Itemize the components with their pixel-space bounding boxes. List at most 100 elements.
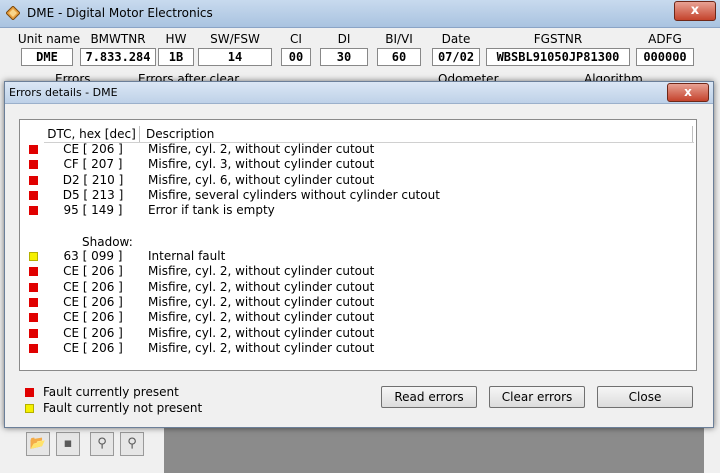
error-rows: CE [ 206 ] Misfire, cyl. 2, without cyli… (20, 142, 696, 356)
dtc-description: Misfire, cyl. 2, without cylinder cutout (148, 310, 375, 325)
fault-present-icon (25, 388, 34, 397)
bi-vi-value: 60 (377, 48, 421, 66)
shadow-label: Shadow: (82, 234, 133, 249)
fault-not-present-icon (25, 404, 34, 413)
list-item[interactable]: CE [ 206 ] Misfire, cyl. 2, without cyli… (20, 280, 696, 295)
list-item[interactable]: CE [ 206 ] Misfire, cyl. 2, without cyli… (20, 326, 696, 341)
hw-label: HW (165, 32, 187, 46)
dtc-code: CE [ 206 ] (63, 279, 123, 294)
fault-present-icon (29, 313, 38, 323)
open-button[interactable]: 📂 (26, 432, 50, 456)
field-hw: HW 1B (158, 32, 194, 72)
error-list[interactable]: DTC, hex [dec] Description CE [ 206 ] Mi… (19, 119, 697, 371)
find-next-button[interactable]: ⚲ (120, 432, 144, 456)
field-bi-vi: BI/VI 60 (377, 32, 421, 72)
dialog-close-x-button[interactable]: x (667, 83, 709, 102)
errors-details-dialog: Errors details - DME x DTC, hex [dec] De… (4, 81, 714, 428)
dtc-description: Misfire, cyl. 2, without cylinder cutout (148, 294, 375, 309)
dtc-code: 95 [ 149 ] (63, 203, 123, 218)
dtc-description: Misfire, cyl. 6, without cylinder cutout (148, 172, 375, 187)
dtc-code: CE [ 206 ] (63, 325, 123, 340)
column-header-dtc[interactable]: DTC, hex [dec] (44, 126, 140, 142)
blank-row (20, 218, 696, 233)
find-button[interactable]: ⚲ (90, 432, 114, 456)
list-item[interactable]: 63 [ 099 ] Internal fault (20, 249, 696, 264)
fault-present-icon (29, 175, 38, 185)
list-item[interactable]: CE [ 206 ] Misfire, cyl. 2, without cyli… (20, 310, 696, 325)
list-item[interactable]: CE [ 206 ] Misfire, cyl. 2, without cyli… (20, 295, 696, 310)
field-di: DI 30 (320, 32, 368, 72)
fault-present-icon (29, 267, 38, 277)
list-item[interactable]: CE [ 206 ] Misfire, cyl. 2, without cyli… (20, 142, 696, 157)
dtc-description: Misfire, cyl. 2, without cylinder cutout (148, 279, 375, 294)
dtc-description: Misfire, cyl. 2, without cylinder cutout (148, 142, 375, 156)
dtc-code: CE [ 206 ] (63, 310, 123, 325)
find-icon: ⚲ (97, 436, 107, 451)
dtc-code: CF [ 207 ] (63, 157, 123, 172)
legend-not-present-text: Fault currently not present (43, 401, 203, 415)
ci-value: 00 (281, 48, 311, 66)
dtc-description: Internal fault (148, 249, 226, 264)
dtc-code: D2 [ 210 ] (62, 172, 124, 187)
field-ci: CI 00 (281, 32, 311, 72)
field-fgstnr: FGSTNR WBSBL91050JP81300 (486, 32, 630, 72)
window-close-button[interactable]: x (674, 1, 716, 21)
save-button[interactable]: ▪ (56, 432, 80, 456)
dtc-description: Misfire, cyl. 2, without cylinder cutout (148, 264, 375, 279)
fgstnr-label: FGSTNR (533, 32, 583, 46)
sw-fsw-value: 14 (198, 48, 272, 66)
bi-vi-label: BI/VI (385, 32, 413, 46)
list-item[interactable]: D2 [ 210 ] Misfire, cyl. 6, without cyli… (20, 173, 696, 188)
list-item[interactable]: D5 [ 213 ] Misfire, several cylinders wi… (20, 188, 696, 203)
dtc-code: CE [ 206 ] (63, 340, 123, 355)
field-sw-fsw: SW/FSW 14 (198, 32, 272, 72)
find-next-icon: ⚲ (127, 436, 137, 451)
list-item[interactable]: CE [ 206 ] Misfire, cyl. 2, without cyli… (20, 264, 696, 279)
shadow-header-row: Shadow: (20, 234, 696, 249)
fault-present-icon (29, 160, 38, 170)
fault-present-icon (29, 282, 38, 292)
dtc-description: Misfire, cyl. 2, without cylinder cutout (148, 340, 375, 355)
dtc-description: Misfire, cyl. 2, without cylinder cutout (148, 325, 375, 340)
ci-label: CI (290, 32, 302, 46)
clear-errors-button[interactable]: Clear errors (489, 386, 585, 408)
fault-present-icon (29, 190, 38, 200)
dtc-description: Error if tank is empty (148, 203, 275, 218)
fgstnr-value: WBSBL91050JP81300 (486, 48, 630, 66)
list-item[interactable]: 95 [ 149 ] Error if tank is empty (20, 203, 696, 218)
main-title-bar[interactable]: DME - Digital Motor Electronics x (0, 0, 720, 28)
dtc-description: Misfire, cyl. 3, without cylinder cutout (148, 157, 375, 172)
fault-present-icon (29, 297, 38, 307)
dtc-description: Misfire, several cylinders without cylin… (148, 187, 440, 202)
fault-present-icon (29, 206, 38, 216)
unit-name-value: DME (21, 48, 73, 66)
dtc-code: CE [ 206 ] (63, 142, 123, 156)
unit-name-label: Unit name (17, 32, 81, 46)
ecu-info-row: Unit name DME BMWTNR 7.833.284 HW 1B SW/… (0, 32, 720, 72)
dtc-code: CE [ 206 ] (63, 294, 123, 309)
date-value: 07/02 (432, 48, 480, 66)
legend-present-text: Fault currently present (43, 385, 179, 399)
hw-value: 1B (158, 48, 194, 66)
date-label: Date (441, 32, 471, 46)
field-date: Date 07/02 (432, 32, 480, 72)
dialog-title-bar[interactable]: Errors details - DME x (5, 82, 713, 104)
column-header-description[interactable]: Description (146, 126, 214, 142)
dtc-code: CE [ 206 ] (63, 264, 123, 279)
close-button[interactable]: Close (597, 386, 693, 408)
window-title: DME - Digital Motor Electronics (27, 6, 213, 20)
sw-fsw-label: SW/FSW (210, 32, 260, 46)
field-adfg: ADFG 000000 (636, 32, 694, 72)
bmwtnr-label: BMWTNR (90, 32, 146, 46)
error-list-header: DTC, hex [dec] Description (44, 126, 694, 143)
dtc-code: D5 [ 213 ] (62, 187, 124, 202)
adfg-value: 000000 (636, 48, 694, 66)
fault-not-present-icon (29, 252, 38, 262)
fault-present-icon (29, 145, 38, 154)
dtc-code: 63 [ 099 ] (63, 249, 123, 264)
list-item[interactable]: CE [ 206 ] Misfire, cyl. 2, without cyli… (20, 341, 696, 356)
background-panel (164, 428, 704, 473)
column-divider (692, 126, 693, 142)
read-errors-button[interactable]: Read errors (381, 386, 477, 408)
list-item[interactable]: CF [ 207 ] Misfire, cyl. 3, without cyli… (20, 157, 696, 172)
